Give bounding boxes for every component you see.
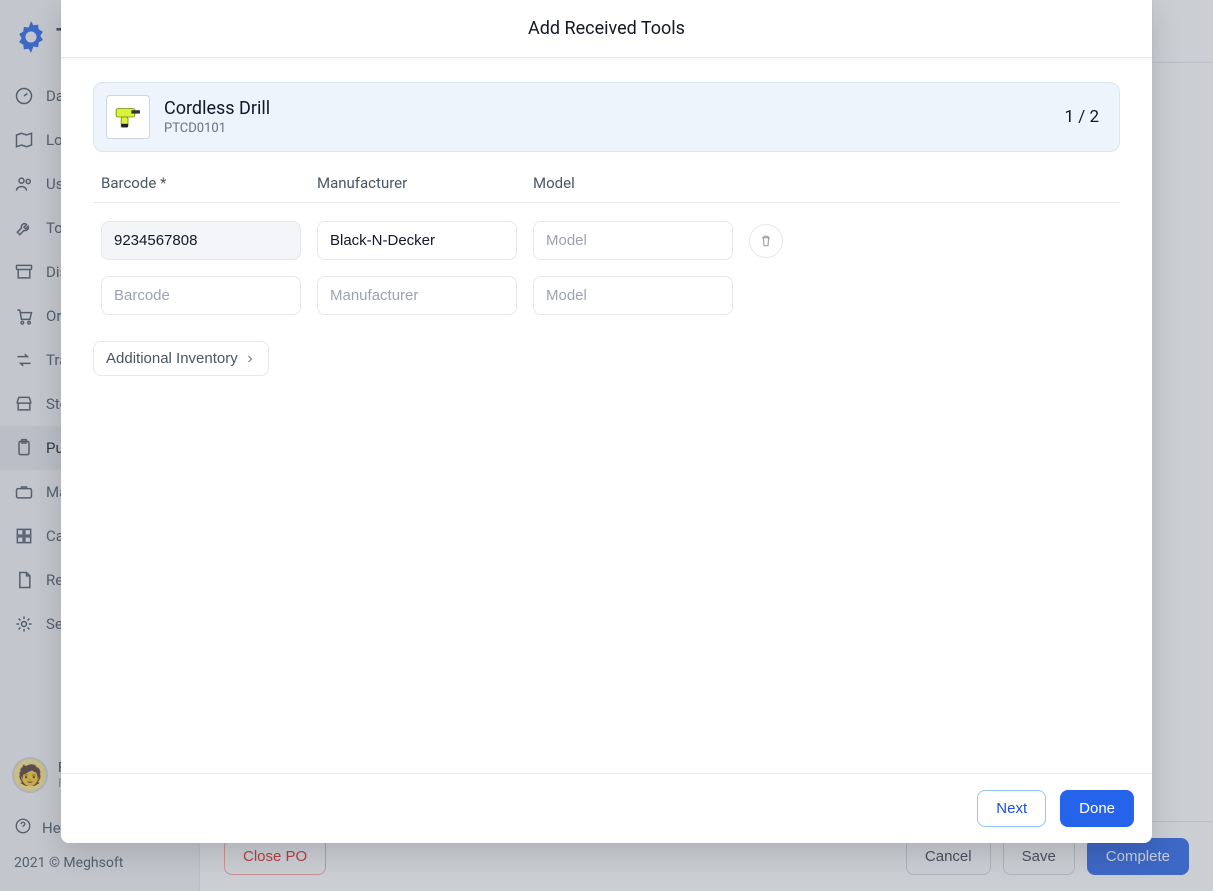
done-button[interactable]: Done — [1060, 790, 1134, 827]
tool-thumbnail — [106, 95, 150, 139]
grid-body — [93, 203, 1120, 315]
col-barcode: Barcode * — [101, 174, 301, 192]
barcode-input[interactable] — [101, 221, 301, 260]
table-row — [93, 276, 1120, 315]
chevron-right-icon — [244, 353, 256, 365]
barcode-input[interactable] — [101, 276, 301, 315]
modal-footer: Next Done — [61, 773, 1152, 843]
trash-icon — [758, 233, 774, 249]
additional-inventory-button[interactable]: Additional Inventory — [93, 341, 269, 376]
table-row — [93, 221, 1120, 260]
manufacturer-input[interactable] — [317, 276, 517, 315]
modal-body: Cordless Drill PTCD0101 1 / 2 Barcode * … — [61, 58, 1152, 773]
tool-name: Cordless Drill — [164, 98, 1050, 119]
tool-code: PTCD0101 — [164, 121, 1050, 136]
model-input[interactable] — [533, 221, 733, 260]
tool-count: 1 / 2 — [1064, 107, 1099, 127]
next-button[interactable]: Next — [977, 790, 1046, 827]
model-input[interactable] — [533, 276, 733, 315]
delete-row-button[interactable] — [749, 224, 783, 258]
additional-inventory-label: Additional Inventory — [106, 350, 238, 367]
col-manufacturer: Manufacturer — [317, 174, 517, 192]
drill-icon — [111, 100, 145, 134]
grid-header: Barcode * Manufacturer Model — [93, 170, 1120, 203]
add-received-tools-modal: Add Received Tools Cordless Drill PTCD01… — [61, 0, 1152, 843]
manufacturer-input[interactable] — [317, 221, 517, 260]
tool-card[interactable]: Cordless Drill PTCD0101 1 / 2 — [93, 82, 1120, 152]
col-model: Model — [533, 174, 733, 192]
modal-title: Add Received Tools — [61, 0, 1152, 58]
